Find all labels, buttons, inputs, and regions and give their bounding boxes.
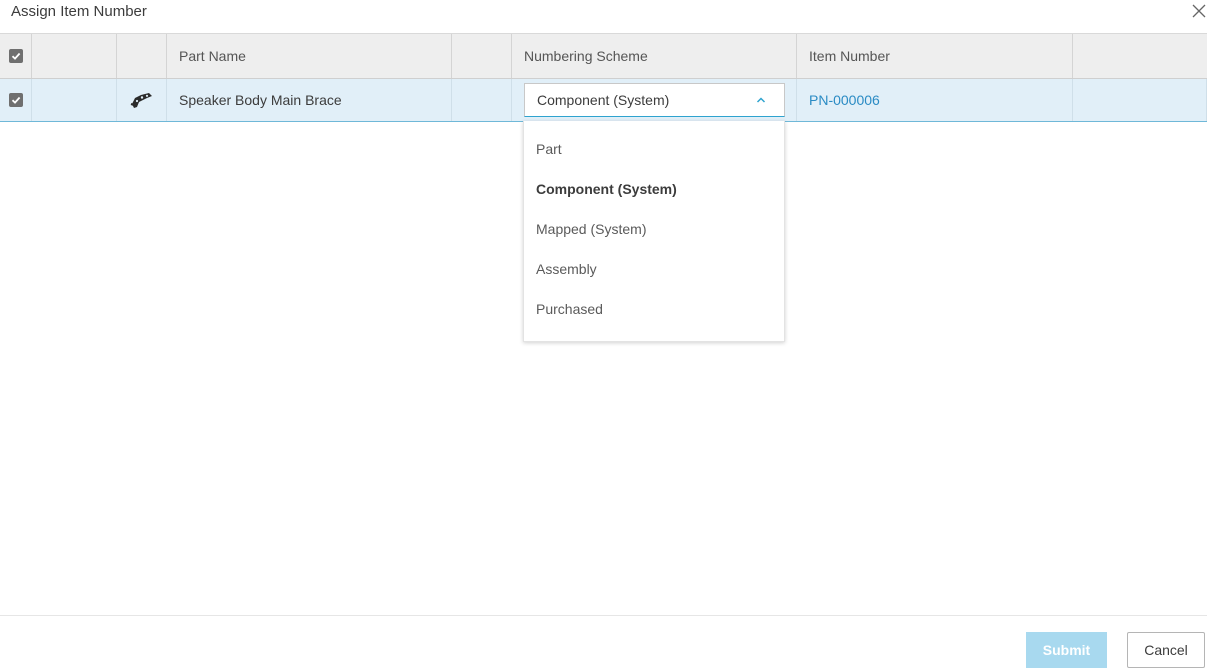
dialog-title: Assign Item Number	[11, 3, 147, 20]
row-item-number-cell: PN-000006	[797, 79, 1073, 121]
row-scheme-cell: Component (System)	[512, 79, 797, 121]
table-header: Part Name Numbering Scheme Item Number	[0, 33, 1207, 79]
table-row[interactable]: Speaker Body Main Brace Component (Syste…	[0, 79, 1207, 122]
header-select-all-cell	[0, 34, 32, 78]
dropdown-option-assembly[interactable]: Assembly	[536, 261, 597, 277]
row-checkbox[interactable]	[8, 93, 23, 107]
numbering-scheme-value: Component (System)	[537, 92, 670, 108]
item-number-link[interactable]: PN-000006	[809, 92, 880, 108]
header-numbering-scheme[interactable]: Numbering Scheme	[512, 34, 797, 78]
checkmark-icon	[11, 96, 20, 104]
header-end-cell	[1073, 34, 1207, 78]
checkmark-icon	[11, 52, 20, 60]
footer-divider	[0, 615, 1207, 616]
header-part-name[interactable]: Part Name	[167, 34, 452, 78]
header-icon-cell	[117, 34, 167, 78]
row-gap-cell	[452, 79, 512, 121]
header-blank-cell	[32, 34, 117, 78]
row-select-cell	[0, 79, 32, 121]
header-item-number[interactable]: Item Number	[797, 34, 1073, 78]
numbering-scheme-select[interactable]: Component (System)	[524, 83, 785, 117]
row-icon-cell	[117, 79, 167, 121]
numbering-scheme-dropdown: Part Component (System) Mapped (System) …	[523, 121, 785, 342]
row-part-name: Speaker Body Main Brace	[167, 79, 452, 121]
dropdown-option-part[interactable]: Part	[536, 141, 562, 157]
dropdown-option-component-system[interactable]: Component (System)	[536, 181, 677, 197]
close-icon[interactable]	[1191, 3, 1207, 19]
cancel-button[interactable]: Cancel	[1127, 632, 1205, 668]
header-gap-cell	[452, 34, 512, 78]
submit-button[interactable]: Submit	[1026, 632, 1107, 668]
dropdown-option-purchased[interactable]: Purchased	[536, 301, 603, 317]
part-brace-icon	[130, 93, 152, 108]
parts-table: Part Name Numbering Scheme Item Number S…	[0, 33, 1207, 122]
dropdown-option-mapped-system[interactable]: Mapped (System)	[536, 221, 646, 237]
select-all-checkbox[interactable]	[8, 49, 23, 63]
row-blank-cell	[32, 79, 117, 121]
row-end-cell	[1073, 79, 1207, 121]
chevron-up-icon	[756, 97, 766, 103]
